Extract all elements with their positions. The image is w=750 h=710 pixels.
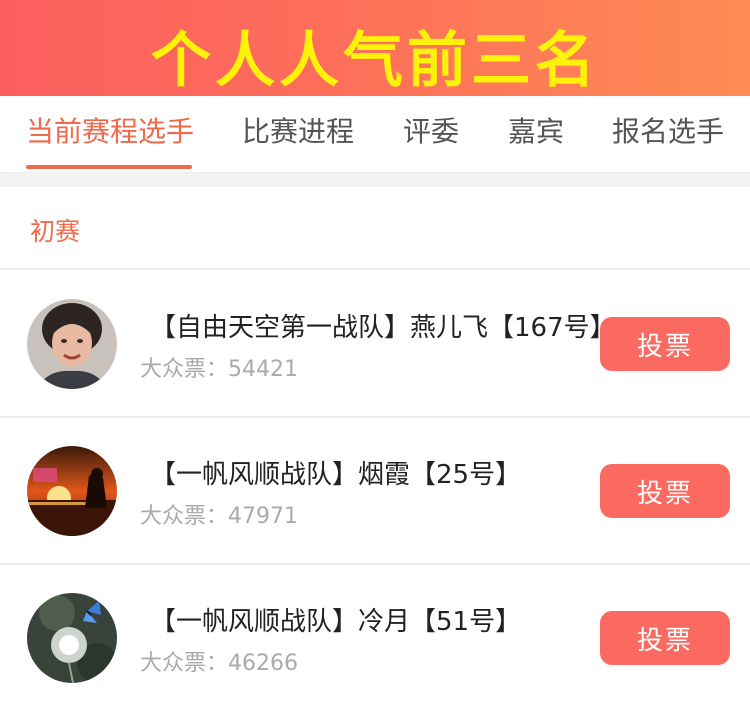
tab-registered-contestants[interactable]: 报名选手: [612, 110, 724, 150]
sunset-silhouette-icon: [27, 446, 117, 536]
tab-current-contestants[interactable]: 当前赛程选手: [26, 110, 194, 150]
votes-label: 大众票：: [140, 651, 229, 676]
portrait-woman-icon: [27, 299, 117, 389]
divider: [0, 268, 750, 270]
votes-label: 大众票：: [140, 504, 229, 529]
public-votes: 大众票：54421: [140, 351, 298, 383]
contestant-title: 【自由天空第一战队】燕儿飞【167号】: [150, 313, 616, 343]
contestant-row: 【一帆风顺战队】冷月【51号】 大众票：46266 投票: [0, 565, 750, 710]
contestant-title: 【一帆风顺战队】冷月【51号】: [150, 607, 522, 637]
vote-button[interactable]: 投票: [600, 464, 730, 518]
contestant-title: 【一帆风顺战队】烟霞【25号】: [150, 460, 522, 490]
banner-title: 个人人气前三名: [151, 25, 599, 96]
contestant-row: 【自由天空第一战队】燕儿飞【167号】 大众票：54421 投票: [0, 271, 750, 416]
tab-match-progress[interactable]: 比赛进程: [242, 110, 354, 150]
round-label: 初赛: [30, 217, 81, 246]
votes-count: 54421: [228, 357, 299, 382]
vote-button[interactable]: 投票: [600, 317, 730, 371]
tab-guests[interactable]: 嘉宾: [508, 110, 564, 150]
votes-count: 47971: [228, 504, 299, 529]
vote-button[interactable]: 投票: [600, 611, 730, 665]
active-tab-indicator: [26, 165, 192, 169]
public-votes: 大众票：46266: [140, 645, 298, 677]
contestant-row: 【一帆风顺战队】烟霞【25号】 大众票：47971 投票: [0, 418, 750, 563]
dandelion-butterfly-icon: [27, 593, 117, 683]
votes-count: 46266: [228, 651, 299, 676]
tab-bar: 当前赛程选手 比赛进程 评委 嘉宾 报名选手: [0, 96, 750, 173]
section-divider: [0, 173, 750, 187]
votes-label: 大众票：: [140, 357, 229, 382]
public-votes: 大众票：47971: [140, 498, 298, 530]
tab-judges[interactable]: 评委: [403, 110, 459, 150]
